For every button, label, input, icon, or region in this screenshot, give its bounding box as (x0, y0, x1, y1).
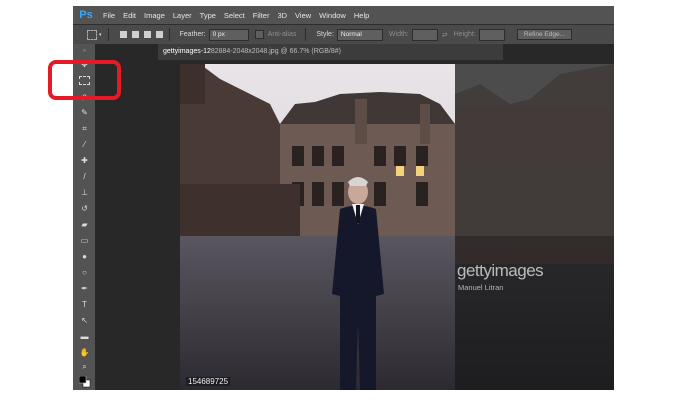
antialias-checkbox[interactable] (254, 30, 264, 39)
photo-illustration (180, 64, 614, 390)
menu-filter[interactable]: Filter (253, 11, 270, 20)
menu-select[interactable]: Select (224, 11, 245, 20)
menu-image[interactable]: Image (144, 11, 165, 20)
divider (107, 28, 109, 41)
watermark-credit: Manuel Litran (458, 283, 504, 292)
type-icon[interactable]: T (79, 300, 90, 309)
history-brush-icon[interactable]: ↺ (79, 204, 90, 213)
healing-brush-icon[interactable]: ✚ (79, 156, 90, 165)
subtract-selection-icon[interactable] (143, 31, 151, 38)
menu-file[interactable]: File (103, 11, 115, 20)
document-tab-details: 82884-2048x2048.jpg @ 66.7% (RGB/8#) (210, 48, 341, 55)
feather-label: Feather: (179, 31, 206, 38)
brush-icon[interactable]: / (79, 172, 90, 181)
canvas-area[interactable]: gettyimages-1282884-2048x2048.jpg @ 66.7… (95, 44, 614, 390)
height-input[interactable] (478, 28, 505, 41)
eraser-icon[interactable]: ▰ (79, 220, 90, 229)
intersect-selection-icon[interactable] (155, 31, 163, 38)
menu-3d[interactable]: 3D (277, 11, 287, 20)
swap-icon[interactable]: ⇄ (442, 31, 448, 39)
dodge-icon[interactable]: ○ (79, 268, 90, 277)
document-tab[interactable]: gettyimages-1282884-2048x2048.jpg @ 66.7… (158, 44, 503, 60)
pen-icon[interactable]: ✒ (79, 284, 90, 293)
menu-help[interactable]: Help (354, 11, 369, 20)
menu-edit[interactable]: Edit (123, 11, 136, 20)
menu-view[interactable]: View (295, 11, 311, 20)
tool-preset-icon[interactable] (87, 29, 97, 40)
antialias-label: Anti-alias (267, 31, 297, 38)
style-select[interactable]: Normal (336, 28, 383, 41)
hand-icon[interactable]: ✋ (79, 348, 90, 357)
add-to-selection-icon[interactable] (131, 31, 139, 38)
width-input[interactable] (411, 28, 438, 41)
collapse-icon[interactable]: » (79, 46, 90, 55)
quick-select-icon[interactable]: ✎ (79, 108, 90, 117)
refine-edge-button[interactable]: Refine Edge... (516, 29, 573, 40)
image-id-label: 154689725 (186, 377, 231, 386)
feather-input[interactable]: 0 px (208, 28, 249, 41)
watermark-brand: gettyimages (457, 261, 544, 280)
zoom-icon[interactable]: ⌕ (79, 362, 90, 371)
menu-layer[interactable]: Layer (173, 11, 192, 20)
new-selection-icon[interactable] (119, 31, 127, 38)
photoshop-window: Ps File Edit Image Layer Type Select Fil… (73, 6, 614, 390)
divider (168, 28, 170, 41)
clone-stamp-icon[interactable]: ⊥ (79, 188, 90, 197)
photoshop-logo: Ps (79, 9, 93, 21)
blur-icon[interactable]: ● (79, 252, 90, 261)
marquee-tool-highlight (48, 60, 121, 100)
document-tab-title: gettyimages-12 (163, 48, 211, 55)
width-label: Width: (388, 31, 409, 38)
menu-type[interactable]: Type (200, 11, 216, 20)
document-image[interactable]: gettyimages Manuel Litran 154689725 (180, 64, 614, 390)
chevron-down-icon[interactable]: ▾ (99, 32, 102, 38)
height-label: Height: (453, 31, 476, 38)
menu-window[interactable]: Window (319, 11, 346, 20)
shape-icon[interactable]: ▬ (79, 332, 90, 341)
color-swatches-icon[interactable] (79, 376, 91, 388)
options-bar: ▾ Feather: 0 px Anti-alias Style: Normal… (73, 24, 614, 45)
style-label: Style: (316, 31, 334, 38)
divider (305, 28, 307, 41)
gradient-icon[interactable]: ▭ (79, 236, 90, 245)
eyedropper-icon[interactable]: ⁄ (79, 140, 90, 149)
path-select-icon[interactable]: ↖ (79, 316, 90, 325)
crop-icon[interactable]: ⌗ (79, 124, 90, 133)
menu-bar: Ps File Edit Image Layer Type Select Fil… (73, 6, 614, 24)
